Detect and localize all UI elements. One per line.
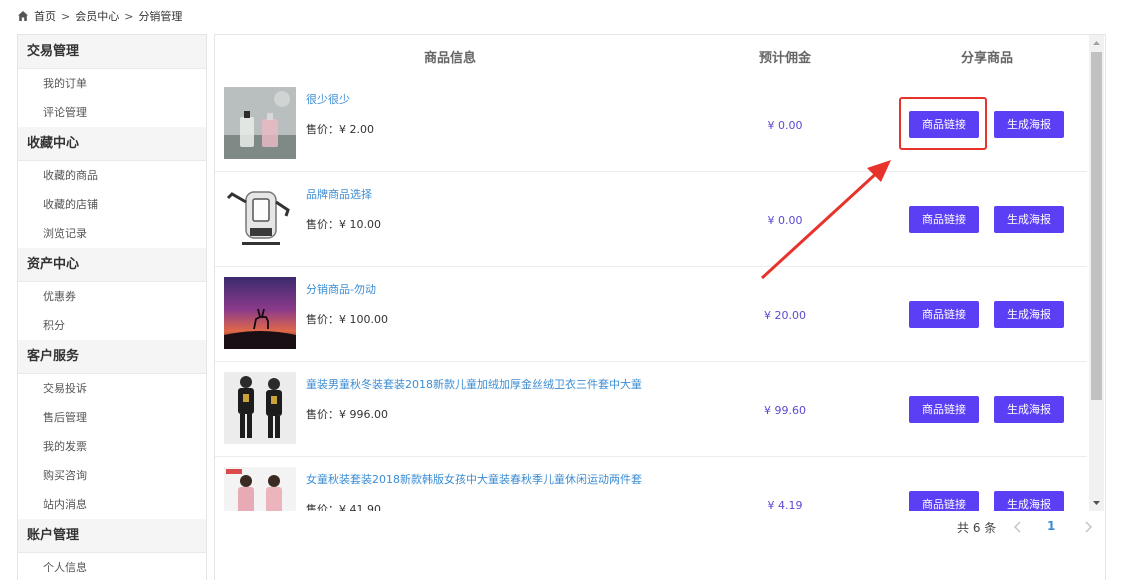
- product-name[interactable]: 女童秋装套装2018新款韩版女孩中大童装春秋季儿童休闲运动两件套: [306, 471, 642, 487]
- sidebar-item-complaints[interactable]: 交易投诉: [18, 374, 206, 403]
- product-link-button[interactable]: 商品链接: [909, 491, 979, 511]
- pagination-page-current[interactable]: 1: [1047, 519, 1055, 533]
- sidebar-item-points[interactable]: 积分: [18, 311, 206, 340]
- sidebar-section-service: 客户服务: [18, 340, 206, 374]
- commission-value: ¥ 99.60: [764, 404, 806, 417]
- sidebar-item-fav-products[interactable]: 收藏的商品: [18, 161, 206, 190]
- vertical-scrollbar[interactable]: [1089, 35, 1104, 511]
- sidebar-item-after-sales[interactable]: 售后管理: [18, 403, 206, 432]
- sidebar-item-reviews[interactable]: 评论管理: [18, 98, 206, 127]
- product-price: 售价：¥ 996.00: [306, 406, 388, 422]
- scroll-thumb[interactable]: [1091, 52, 1102, 400]
- sidebar-item-my-orders[interactable]: 我的订单: [18, 69, 206, 98]
- sidebar-item-invoices[interactable]: 我的发票: [18, 432, 206, 461]
- table-row: 分销商品-勿动 售价：¥ 100.00 ¥ 20.00 商品链接 生成海报: [215, 267, 1087, 362]
- price-value: ¥ 996.00: [339, 408, 388, 421]
- generate-poster-button[interactable]: 生成海报: [994, 301, 1064, 328]
- product-name[interactable]: 分销商品-勿动: [306, 281, 376, 297]
- sidebar-item-inquiries[interactable]: 购买咨询: [18, 461, 206, 490]
- table-header: 商品信息 预计佣金 分享商品: [215, 35, 1087, 77]
- sidebar-section-account: 账户管理: [18, 519, 206, 553]
- sidebar: 交易管理 我的订单 评论管理 收藏中心 收藏的商品 收藏的店铺 浏览记录 资产中…: [17, 34, 207, 580]
- breadcrumb-separator: >: [124, 9, 134, 23]
- table-row: 女童秋装套装2018新款韩版女孩中大童装春秋季儿童休闲运动两件套 售价：¥ 41…: [215, 457, 1087, 511]
- price-value: ¥ 10.00: [339, 218, 381, 231]
- product-name[interactable]: 品牌商品选择: [306, 186, 372, 202]
- product-image-perfume[interactable]: [224, 87, 296, 159]
- sidebar-item-messages[interactable]: 站内消息: [18, 490, 206, 519]
- price-label: 售价：: [306, 313, 339, 326]
- price-value: ¥ 100.00: [339, 313, 388, 326]
- sidebar-item-history[interactable]: 浏览记录: [18, 219, 206, 248]
- generate-poster-button[interactable]: 生成海报: [994, 491, 1064, 511]
- product-image-sunset[interactable]: [224, 277, 296, 349]
- sidebar-section-favorites: 收藏中心: [18, 127, 206, 161]
- sidebar-item-fav-shops[interactable]: 收藏的店铺: [18, 190, 206, 219]
- header-share: 分享商品: [961, 51, 1014, 66]
- table-row: 童装男童秋冬装套装2018新款儿童加绒加厚金丝绒卫衣三件套中大童 售价：¥ 99…: [215, 362, 1087, 457]
- generate-poster-button[interactable]: 生成海报: [994, 396, 1064, 423]
- product-name[interactable]: 童装男童秋冬装套装2018新款儿童加绒加厚金丝绒卫衣三件套中大童: [306, 376, 642, 392]
- price-value: ¥ 2.00: [339, 123, 374, 136]
- breadcrumb: 首页 > 会员中心 > 分销管理: [17, 8, 182, 24]
- commission-value: ¥ 4.19: [767, 499, 803, 511]
- generate-poster-button[interactable]: 生成海报: [994, 111, 1064, 138]
- breadcrumb-home[interactable]: 首页: [34, 8, 56, 24]
- product-image-boys-outfit[interactable]: [224, 372, 296, 444]
- generate-poster-button[interactable]: 生成海报: [994, 206, 1064, 233]
- product-name[interactable]: 很少很少: [306, 91, 350, 107]
- product-price: 售价：¥ 2.00: [306, 121, 374, 137]
- product-link-button[interactable]: 商品链接: [909, 206, 979, 233]
- product-price: 售价：¥ 41.90: [306, 501, 381, 511]
- product-price: 售价：¥ 100.00: [306, 311, 388, 327]
- scroll-up-arrow-icon[interactable]: [1089, 35, 1104, 51]
- commission-value: ¥ 0.00: [767, 214, 803, 227]
- product-link-button[interactable]: 商品链接: [909, 396, 979, 423]
- product-price: 售价：¥ 10.00: [306, 216, 381, 232]
- table-row: 品牌商品选择 售价：¥ 10.00 ¥ 0.00 商品链接 生成海报: [215, 172, 1087, 267]
- pagination-total: 共 6 条: [957, 521, 997, 535]
- sidebar-section-trade: 交易管理: [18, 35, 206, 69]
- breadcrumb-distribution: 分销管理: [138, 10, 183, 23]
- sidebar-item-coupons[interactable]: 优惠券: [18, 282, 206, 311]
- scroll-down-arrow-icon[interactable]: [1089, 495, 1104, 511]
- breadcrumb-member-center[interactable]: 会员中心: [75, 8, 119, 24]
- product-image-robot[interactable]: [224, 182, 296, 254]
- price-value: ¥ 41.90: [339, 503, 381, 511]
- product-link-button[interactable]: 商品链接: [909, 301, 979, 328]
- header-commission: 预计佣金: [759, 51, 812, 66]
- commission-value: ¥ 20.00: [764, 309, 806, 322]
- chevron-right-icon[interactable]: [1081, 519, 1095, 535]
- price-label: 售价：: [306, 123, 339, 136]
- product-image-girls-outfit[interactable]: [224, 467, 296, 511]
- chevron-left-icon[interactable]: [1011, 519, 1025, 535]
- header-product-info: 商品信息: [424, 51, 477, 66]
- commission-value: ¥ 0.00: [767, 119, 803, 132]
- price-label: 售价：: [306, 218, 339, 231]
- home-icon[interactable]: [17, 10, 29, 22]
- sidebar-item-profile[interactable]: 个人信息: [18, 553, 206, 580]
- price-label: 售价：: [306, 408, 339, 421]
- breadcrumb-separator: >: [61, 9, 71, 23]
- sidebar-section-assets: 资产中心: [18, 248, 206, 282]
- annotation-highlight-box: [899, 97, 987, 150]
- price-label: 售价：: [306, 503, 339, 511]
